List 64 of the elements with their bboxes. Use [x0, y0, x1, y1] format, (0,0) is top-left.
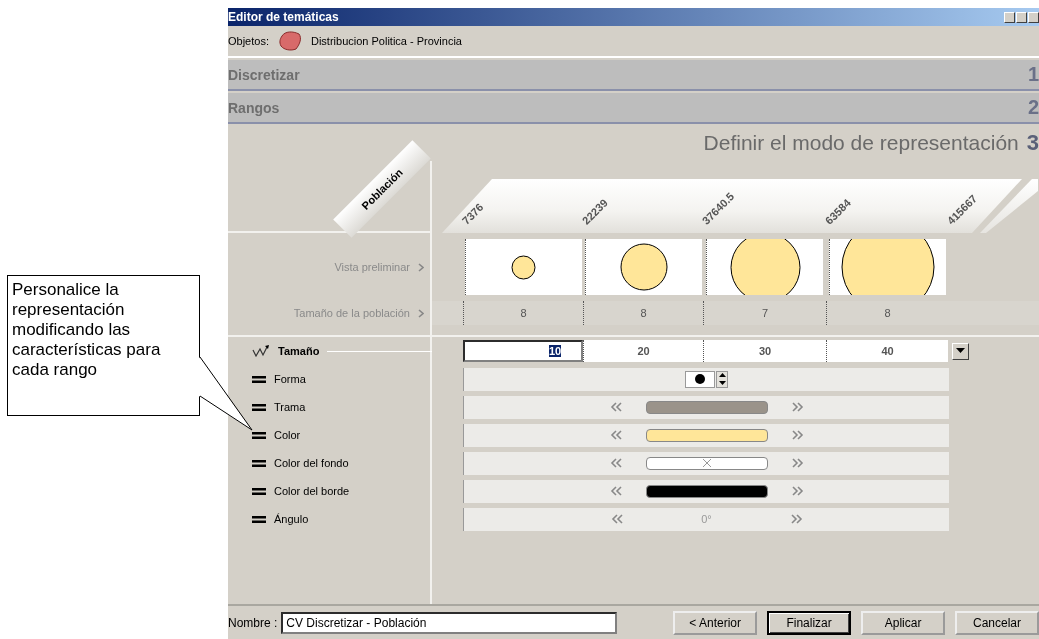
double-chevron-left-icon[interactable] [609, 458, 622, 468]
step-label: Discretizar [228, 66, 300, 83]
property-label: Color del fondo [274, 457, 349, 469]
circle-icon [695, 374, 705, 384]
row-label: Tamaño de la población [293, 307, 410, 319]
objects-value: Distribucion Politica - Provincia [310, 35, 462, 47]
double-chevron-right-icon[interactable] [790, 514, 803, 524]
color-swatch[interactable] [645, 400, 768, 414]
double-chevron-left-icon[interactable] [609, 402, 622, 412]
property-label: Ángulo [274, 513, 309, 525]
double-chevron-right-icon[interactable] [791, 430, 804, 440]
double-chevron-left-icon[interactable] [610, 514, 623, 524]
close-button[interactable] [1028, 11, 1039, 23]
size-input[interactable]: 10 [463, 340, 583, 362]
dialog-button[interactable]: Aplicar [861, 610, 946, 635]
cross-icon [702, 459, 711, 467]
population-count: 8 [583, 301, 703, 325]
population-count: 8 [463, 301, 583, 325]
double-chevron-left-icon[interactable] [609, 430, 622, 440]
region-icon [276, 30, 303, 52]
double-chevron-right-icon[interactable] [791, 486, 804, 496]
angle-value: 0° [700, 513, 713, 525]
help-button[interactable] [1016, 11, 1027, 23]
size-input[interactable]: 30 [703, 340, 826, 362]
objects-label: Objetos: [228, 35, 269, 47]
circle-symbol [619, 243, 668, 291]
minimize-button[interactable] [1004, 11, 1015, 23]
size-input[interactable]: 20 [583, 340, 703, 362]
caret-up-icon [718, 373, 726, 378]
circle-symbol [511, 254, 536, 280]
color-swatch[interactable] [645, 456, 768, 470]
property-label: Color [274, 429, 301, 441]
caret-icon [956, 348, 965, 354]
color-swatch[interactable] [645, 428, 768, 442]
chevron-icon [418, 308, 424, 318]
property-label: Forma [274, 373, 306, 385]
row-label: Vista preliminar [334, 261, 410, 273]
property-label: Tamaño [278, 345, 320, 357]
property-label: Color del borde [274, 485, 350, 497]
name-field[interactable]: CV Discretizar - Población [281, 611, 618, 634]
dialog-button[interactable]: Cancelar [955, 610, 1039, 635]
caret-icon [718, 380, 726, 385]
step-title: Definir el modo de representación [703, 130, 1019, 155]
dialog-button[interactable]: < Anterior [673, 610, 758, 635]
window-title: Editor de temáticas [228, 10, 339, 24]
spinner-button[interactable] [716, 370, 728, 388]
step-number: 1 [1027, 63, 1039, 86]
population-count: 7 [703, 301, 826, 325]
property-label: Trama [274, 401, 306, 413]
step-number: 2 [1027, 96, 1039, 119]
chevron-icon [418, 262, 424, 272]
step-label: Rangos [228, 99, 280, 116]
step-number: 3 [1026, 129, 1039, 156]
color-swatch[interactable] [645, 484, 768, 498]
dialog-button[interactable]: Finalizar [767, 610, 852, 635]
population-count: 8 [826, 301, 948, 325]
name-label: Nombre : [228, 615, 278, 630]
dropdown-button[interactable] [952, 342, 969, 360]
double-chevron-left-icon[interactable] [609, 486, 622, 496]
callout-text: Personalice la representación modificando las características para cada rango [7, 275, 200, 416]
double-chevron-right-icon[interactable] [791, 402, 804, 412]
size-input[interactable]: 40 [826, 340, 948, 362]
double-chevron-right-icon[interactable] [791, 458, 804, 468]
shape-selector[interactable] [685, 370, 715, 388]
